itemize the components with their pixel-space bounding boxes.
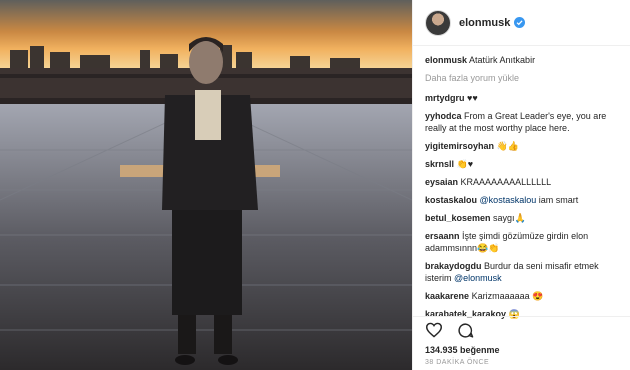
header-username[interactable]: elonmusk xyxy=(459,17,510,29)
post-timestamp[interactable]: 38 DAKİKA ÖNCE xyxy=(425,359,618,366)
list-item: brakaydogdu Burdur da seni misafir etmek… xyxy=(425,260,618,284)
comment-mention-link[interactable]: @kostaskalou xyxy=(480,195,537,205)
caption: elonmusk Atatürk Anıtkabir xyxy=(425,54,618,66)
list-item: yigitemirsoyhan 👋👍 xyxy=(425,140,618,152)
avatar[interactable] xyxy=(425,9,451,36)
comment-username[interactable]: betul_kosemen xyxy=(425,213,491,223)
comment-username[interactable]: mrtydgru xyxy=(425,93,465,103)
list-item: yyhodca From a Great Leader's eye, you a… xyxy=(425,110,618,134)
verified-badge-icon xyxy=(514,17,526,28)
post-header: elonmusk xyxy=(413,0,630,46)
comments-panel: elonmusk elonmusk Atatürk Anıtkabir Daha… xyxy=(412,0,630,370)
comment-text: saygı🙏 xyxy=(493,213,526,223)
list-item: eysaian KRAAAAAAAALLLLLL xyxy=(425,176,618,188)
comment-text: iam smart xyxy=(536,195,579,205)
comment-username[interactable]: kostaskalou xyxy=(425,195,477,205)
instagram-post: elonmusk elonmusk Atatürk Anıtkabir Daha… xyxy=(0,0,630,370)
list-item: ersaann İşte şimdi gözümüze girdin elon … xyxy=(425,230,618,254)
heart-icon[interactable] xyxy=(425,322,443,338)
comment-username[interactable]: kaakarene xyxy=(425,291,469,301)
list-item: betul_kosemen saygı🙏 xyxy=(425,212,618,224)
comment-text: Karizmaaaaaa 😍 xyxy=(471,291,544,301)
list-item: mrtydgru ♥♥ xyxy=(425,92,618,104)
list-item: kaakarene Karizmaaaaaa 😍 xyxy=(425,290,618,302)
list-item: skrnsll 👏♥ xyxy=(425,158,618,170)
comment-text: 👏♥ xyxy=(456,159,474,169)
comment-username[interactable]: skrnsll xyxy=(425,159,454,169)
comment-username[interactable]: yyhodca xyxy=(425,111,462,121)
comment-text: 👋👍 xyxy=(496,141,519,151)
comment-icon[interactable] xyxy=(457,322,474,339)
comments-list: elonmusk Atatürk Anıtkabir Daha fazla yo… xyxy=(413,46,630,320)
comment-text: ♥♥ xyxy=(467,93,478,103)
comment-mention-link[interactable]: @elonmusk xyxy=(454,273,502,283)
comment-text: KRAAAAAAAALLLLLL xyxy=(460,177,552,187)
list-item: kostaskalou @kostaskalou iam smart xyxy=(425,194,618,206)
likes-count[interactable]: 134.935 beğenme xyxy=(425,345,618,355)
caption-username[interactable]: elonmusk xyxy=(425,55,467,65)
post-actions: 134.935 beğenme 38 DAKİKA ÖNCE xyxy=(413,316,630,366)
load-more-comments-link[interactable]: Daha fazla yorum yükle xyxy=(425,72,618,84)
post-photo[interactable] xyxy=(0,0,412,370)
comment-username[interactable]: yigitemirsoyhan xyxy=(425,141,494,151)
comment-username[interactable]: ersaann xyxy=(425,231,460,241)
comment-username[interactable]: brakaydogdu xyxy=(425,261,482,271)
comment-username[interactable]: eysaian xyxy=(425,177,458,187)
caption-text: Atatürk Anıtkabir xyxy=(469,55,536,65)
